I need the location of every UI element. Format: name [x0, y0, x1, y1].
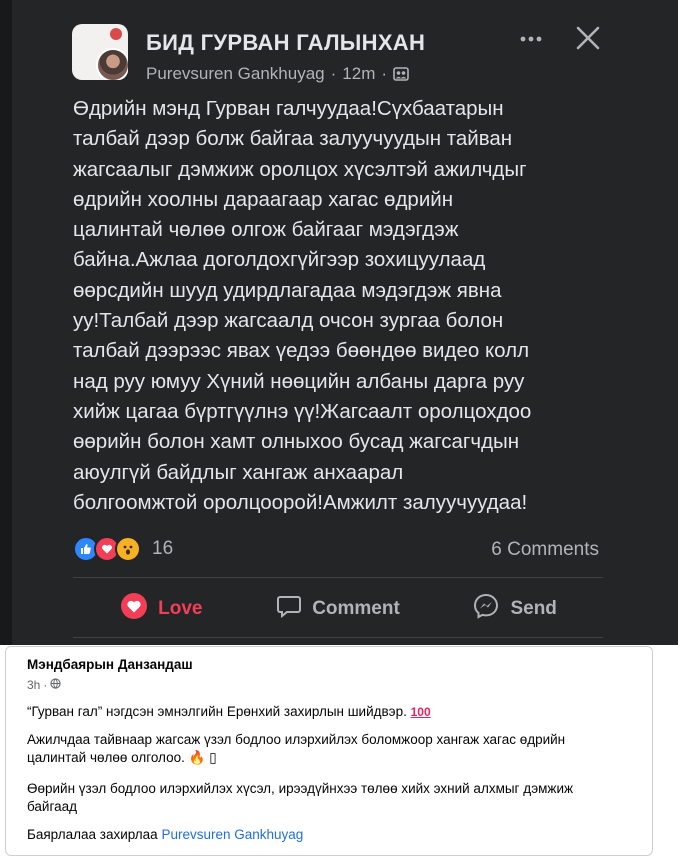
- post-line: өдрийн хоолны дараагаар хагас өдрийн: [73, 187, 454, 211]
- comment-meta-separator: ·: [43, 678, 48, 692]
- meta-separator-2: ·: [381, 64, 388, 83]
- comment-paragraph-4-text: Баярлалаа захирлаа: [27, 827, 162, 842]
- meta-separator: ·: [330, 64, 337, 83]
- missing-glyph-box: ▯: [209, 750, 217, 765]
- more-options-icon[interactable]: [516, 24, 546, 54]
- group-name[interactable]: БИД ГУРВАН ГАЛЫНХАН: [146, 30, 425, 56]
- comment-paragraph-2-line-1: Ажилчдаа тайвнаар жагсаж үзэл бодлоо илэ…: [27, 732, 566, 747]
- post-line: өөрийн болон хамт олныхоо бусад жагсагчд…: [73, 430, 520, 454]
- hundred-points-icon: 100: [410, 705, 431, 719]
- members-audience-icon: [393, 66, 409, 82]
- post-actions: Love Comment Send: [73, 582, 603, 636]
- post-line: талбай дээр болж байгаа залуучуудын тайв…: [73, 127, 513, 151]
- comment-card: Мэндбаярын Данзандаш 3h · “Гурван гал” н…: [5, 646, 653, 856]
- comment-paragraph-3-line-2: байгаад: [27, 799, 77, 814]
- close-icon[interactable]: [574, 24, 602, 52]
- post-line: аюулгүй байдлыг хангаж анхаарал: [73, 460, 404, 484]
- commenter-name[interactable]: Мэндбаярын Данзандаш: [27, 657, 193, 672]
- mention-link[interactable]: Purevsuren Gankhuyag: [161, 827, 303, 842]
- comment-paragraph-3-line-1: Өөрийн үзэл бодлоо илэрхийлэх хүсэл, ирэ…: [27, 781, 574, 796]
- post-line: Өдрийн мэнд Гурван галчуудаа!Сүхбаатарын: [73, 97, 504, 120]
- wow-reaction-icon: [115, 536, 141, 562]
- send-button-label: Send: [510, 598, 557, 619]
- post-line: хийж цагаа бүртгүүлнэ үү!Жагсаалт оролцо…: [73, 399, 532, 423]
- post-body: Өдрийн мэнд Гурван галчуудаа!Сүхбаатарын…: [73, 94, 613, 518]
- send-button[interactable]: Send: [426, 582, 603, 636]
- comment-paragraph-4: Баярлалаа захирлаа Purevsuren Gankhuyag: [27, 826, 637, 844]
- comment-paragraph-1-text: “Гурван гал” нэгдсэн эмнэлгийн Ерөнхий з…: [27, 704, 407, 719]
- messenger-icon: [472, 592, 500, 626]
- post-line: над руу юмуу Хүний нөөцийн албаны дарга …: [73, 369, 525, 393]
- author-avatar[interactable]: [96, 48, 128, 80]
- love-button-label: Love: [158, 598, 203, 619]
- comment-icon: [276, 593, 302, 625]
- reaction-count: 16: [152, 538, 174, 559]
- comment-paragraph-2: Ажилчдаа тайвнаар жагсаж үзэл бодлоо илэ…: [27, 731, 637, 767]
- comment-paragraph-3: Өөрийн үзэл бодлоо илэрхийлэх хүсэл, ирэ…: [27, 780, 637, 816]
- post-line: болгоомжтой оролцоорой!Амжилт залуучууда…: [73, 490, 528, 514]
- post-line: өөрсдийн шууд удирдлагадаа мэдэгдэж явна: [73, 278, 502, 302]
- globe-icon: [50, 678, 61, 692]
- post-line: уу!Талбай дээр жагсаалд очсон зургаа бол…: [73, 309, 504, 333]
- post-meta: Purevsuren Gankhuyag · 12m ·: [146, 64, 409, 84]
- post-time[interactable]: 12m: [342, 64, 375, 84]
- reactions-summary[interactable]: 16: [73, 536, 173, 562]
- group-avatar-accent: [110, 28, 122, 40]
- comment-meta: 3h ·: [27, 678, 61, 692]
- divider: [73, 577, 603, 578]
- comments-count-link[interactable]: 6 Comments: [491, 539, 599, 561]
- comment-paragraph-2-line-2: цалинтай чөлөө олголоо.: [27, 750, 185, 765]
- post-dialog: БИД ГУРВАН ГАЛЫНХАН Purevsuren Gankhuyag…: [0, 0, 678, 645]
- post-line: цалинтай чөлөө олгож байгааг мэдэгдэж: [73, 218, 459, 242]
- comment-time[interactable]: 3h: [27, 678, 40, 692]
- comment-button[interactable]: Comment: [250, 582, 427, 636]
- post-line: жагсаалыг дэмжиж оролцох хүсэлтэй ажилчд…: [73, 157, 527, 181]
- comment-paragraph-2-line-2-row: цалинтай чөлөө олголоо. 🔥 ▯: [27, 749, 637, 767]
- comment-button-label: Comment: [312, 598, 400, 619]
- post-line: талбай дээрээс явах үедээ бөөндөө видео …: [73, 339, 530, 363]
- author-name[interactable]: Purevsuren Gankhuyag: [146, 64, 325, 84]
- love-icon: [120, 592, 148, 626]
- love-button[interactable]: Love: [73, 582, 250, 636]
- post-line: байна.Ажлаа доголдохгүйгээр зохицуулаад: [73, 248, 486, 272]
- fire-icon: 🔥: [188, 750, 206, 765]
- divider-bottom: [73, 637, 603, 638]
- comment-paragraph-1: “Гурван гал” нэгдсэн эмнэлгийн Ерөнхий з…: [27, 703, 637, 721]
- group-avatar[interactable]: [72, 24, 128, 80]
- left-edge: [0, 0, 12, 645]
